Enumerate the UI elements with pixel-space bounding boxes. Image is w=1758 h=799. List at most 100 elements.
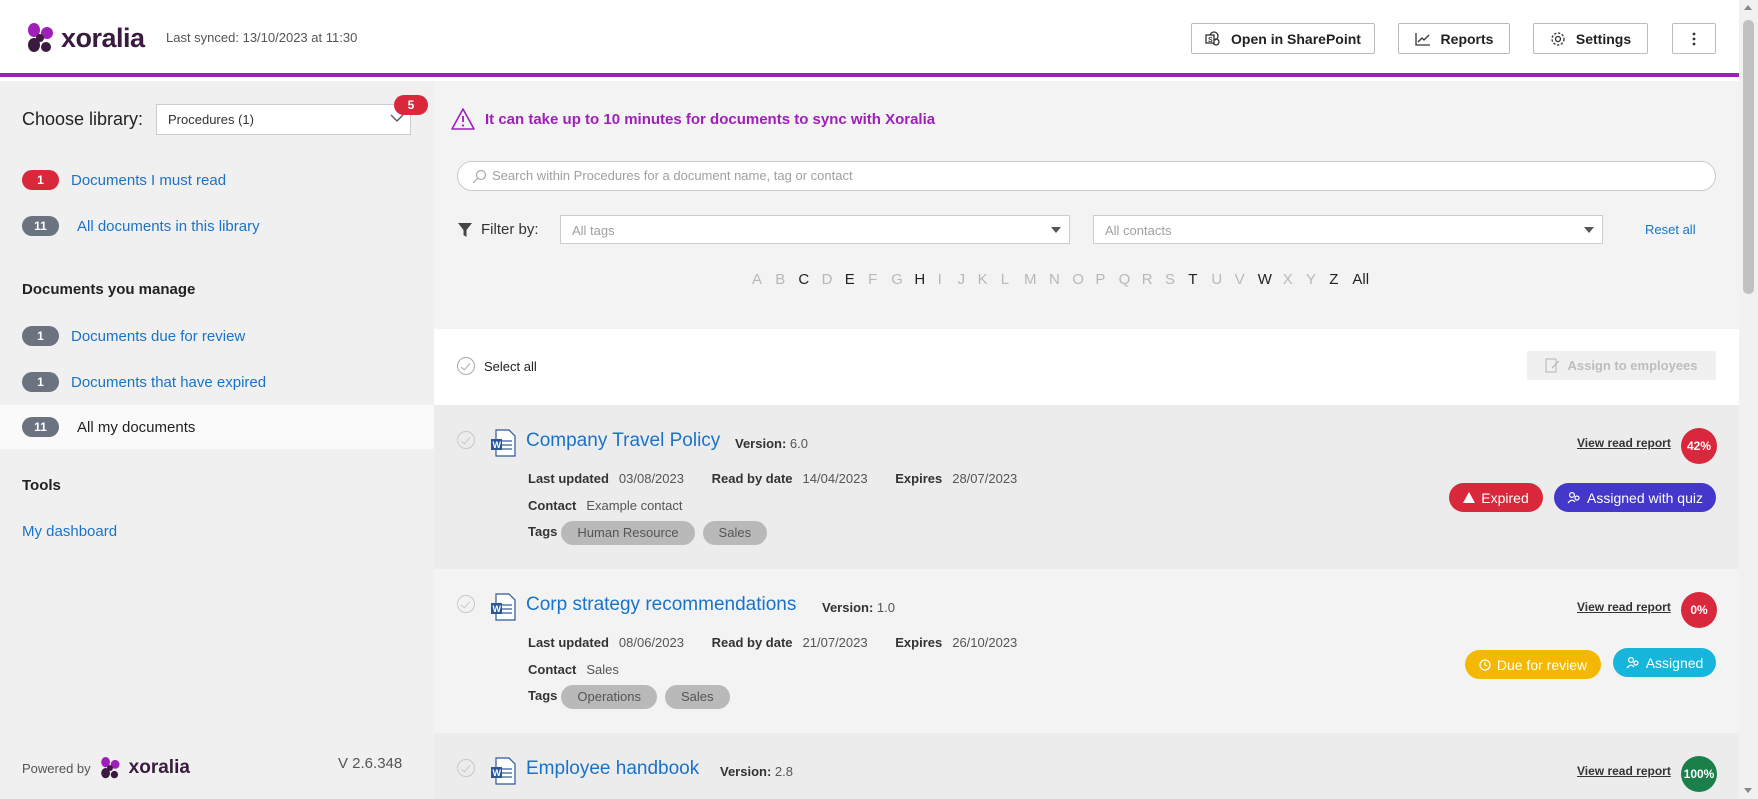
last-updated-label: Last updated [528, 471, 609, 486]
library-select[interactable]: Procedures (1) [156, 104, 411, 135]
search-box[interactable] [457, 161, 1716, 191]
letter-filter-u[interactable]: U [1211, 271, 1222, 288]
letter-filter-v[interactable]: V [1235, 271, 1245, 288]
document-version: Version: 2.8 [720, 764, 793, 779]
letter-filter-o[interactable]: O [1072, 271, 1084, 288]
letter-filter-z[interactable]: Z [1329, 271, 1338, 288]
last-updated-value: 08/06/2023 [618, 635, 684, 650]
selection-bar: Select all Assign to employees [434, 329, 1739, 405]
letter-filter-w[interactable]: W [1258, 271, 1272, 288]
settings-button[interactable]: Settings [1533, 23, 1648, 54]
assign-edit-icon [1545, 358, 1560, 373]
documents-you-manage-heading: Documents you manage [22, 281, 196, 298]
letter-filter-c[interactable]: C [798, 271, 809, 288]
letter-filter-j[interactable]: J [958, 271, 966, 288]
letter-filter-a[interactable]: A [752, 271, 762, 288]
letter-filter-h[interactable]: H [914, 271, 925, 288]
nav-documents-must-read[interactable]: 1 Documents I must read [0, 158, 434, 202]
letter-filter-m[interactable]: M [1024, 271, 1037, 288]
document-select-checkbox[interactable] [457, 595, 475, 613]
document-select-checkbox[interactable] [457, 431, 475, 449]
contact-value: Sales [586, 662, 619, 677]
document-row: W Company Travel Policy Version: 6.0 Las… [434, 405, 1739, 569]
document-tags: Tags Operations Sales [528, 685, 738, 709]
view-read-report-link[interactable]: View read report [1577, 600, 1671, 614]
nav-label[interactable]: Documents that have expired [71, 374, 266, 391]
document-row: W Employee handbook Version: 2.8 View re… [434, 733, 1739, 799]
last-updated-value: 03/08/2023 [618, 471, 684, 486]
letter-filter-all[interactable]: All [1352, 271, 1369, 288]
letter-filter-s[interactable]: S [1165, 271, 1175, 288]
letter-filter-b[interactable]: B [775, 271, 785, 288]
search-input[interactable] [492, 168, 1692, 183]
select-all-label[interactable]: Select all [484, 359, 537, 374]
document-title-link[interactable]: Corp strategy recommendations [526, 594, 796, 616]
letter-filter-k[interactable]: K [978, 271, 988, 288]
scrollbar-thumb[interactable] [1743, 20, 1754, 294]
view-read-report-link[interactable]: View read report [1577, 436, 1671, 450]
document-select-checkbox[interactable] [457, 759, 475, 777]
letter-filter-f[interactable]: F [868, 271, 877, 288]
status-due-review-badge: Due for review [1465, 650, 1601, 679]
logo-text: xoralia [61, 22, 145, 53]
tag-chip[interactable]: Sales [664, 685, 730, 709]
nav-label[interactable]: Documents I must read [71, 172, 226, 189]
expires-value: 26/10/2023 [952, 635, 1018, 650]
chart-line-icon [1414, 32, 1430, 46]
letter-filter-q[interactable]: Q [1119, 271, 1131, 288]
tag-chip[interactable]: Sales [702, 521, 768, 545]
scroll-up-icon[interactable] [1744, 5, 1752, 10]
nav-documents-expired[interactable]: 1 Documents that have expired [0, 360, 434, 404]
sync-warning: It can take up to 10 minutes for documen… [450, 107, 935, 131]
letter-filter-g[interactable]: G [891, 271, 903, 288]
reset-all-link[interactable]: Reset all [1645, 222, 1696, 237]
assigned-users-icon [1567, 491, 1580, 504]
nav-label[interactable]: All documents in this library [77, 218, 260, 235]
letter-filter-p[interactable]: P [1095, 271, 1105, 288]
page-scrollbar[interactable] [1739, 0, 1758, 799]
document-dates: Last updated 03/08/2023 Read by date 14/04… [528, 471, 1017, 486]
version-value: 1.0 [876, 600, 895, 615]
reports-button[interactable]: Reports [1398, 23, 1510, 54]
xoralia-logo[interactable]: xoralia [25, 22, 145, 54]
settings-label: Settings [1575, 30, 1632, 47]
view-read-report-link[interactable]: View read report [1577, 764, 1671, 778]
letter-filter-r[interactable]: R [1142, 271, 1153, 288]
document-title-link[interactable]: Employee handbook [526, 758, 699, 780]
open-sharepoint-button[interactable]: S Open in SharePoint [1191, 23, 1375, 54]
xoralia-logo-icon [28, 23, 53, 52]
tag-chip[interactable]: Human Resource [561, 521, 695, 545]
contacts-filter-value: All contacts [1105, 223, 1172, 238]
assign-to-employees-button[interactable]: Assign to employees [1527, 351, 1716, 380]
more-options-button[interactable] [1672, 23, 1716, 54]
count-badge: 11 [22, 216, 59, 236]
nav-all-my-documents[interactable]: 11 All my documents [0, 405, 434, 449]
letter-filter-i[interactable]: I [938, 271, 942, 288]
letter-filter-d[interactable]: D [822, 271, 833, 288]
select-all-checkbox[interactable] [457, 357, 475, 375]
letter-filter-n[interactable]: N [1049, 271, 1060, 288]
document-tags: Tags Human Resource Sales [528, 521, 775, 545]
letter-filter-y[interactable]: Y [1306, 271, 1316, 288]
nav-documents-due-review[interactable]: 1 Documents due for review [0, 314, 434, 358]
document-title-link[interactable]: Company Travel Policy [526, 430, 720, 452]
nav-label[interactable]: Documents due for review [71, 328, 245, 345]
letter-filter-e[interactable]: E [845, 271, 855, 288]
version-label: Version: [822, 600, 874, 615]
version-label: Version: [720, 764, 772, 779]
count-badge: 1 [22, 170, 59, 190]
read-percent-badge: 42% [1681, 428, 1717, 464]
sidebar: Choose library: Procedures (1) 5 1 Docum… [0, 81, 434, 799]
app-header: xoralia Last synced: 13/10/2023 at 11:30… [0, 0, 1739, 77]
contacts-filter-dropdown[interactable]: All contacts [1093, 215, 1603, 244]
letter-filter-l[interactable]: L [1001, 271, 1009, 288]
scroll-down-icon[interactable] [1744, 788, 1752, 793]
letter-filter-x[interactable]: X [1283, 271, 1293, 288]
tags-filter-dropdown[interactable]: All tags [560, 215, 1070, 244]
letter-filter-t[interactable]: T [1188, 271, 1197, 288]
tag-chip[interactable]: Operations [561, 685, 657, 709]
my-dashboard-link[interactable]: My dashboard [22, 523, 117, 540]
nav-all-documents-library[interactable]: 11 All documents in this library [0, 204, 434, 248]
expires-label: Expires [895, 471, 943, 486]
document-contact: Contact Example contact [528, 498, 683, 513]
